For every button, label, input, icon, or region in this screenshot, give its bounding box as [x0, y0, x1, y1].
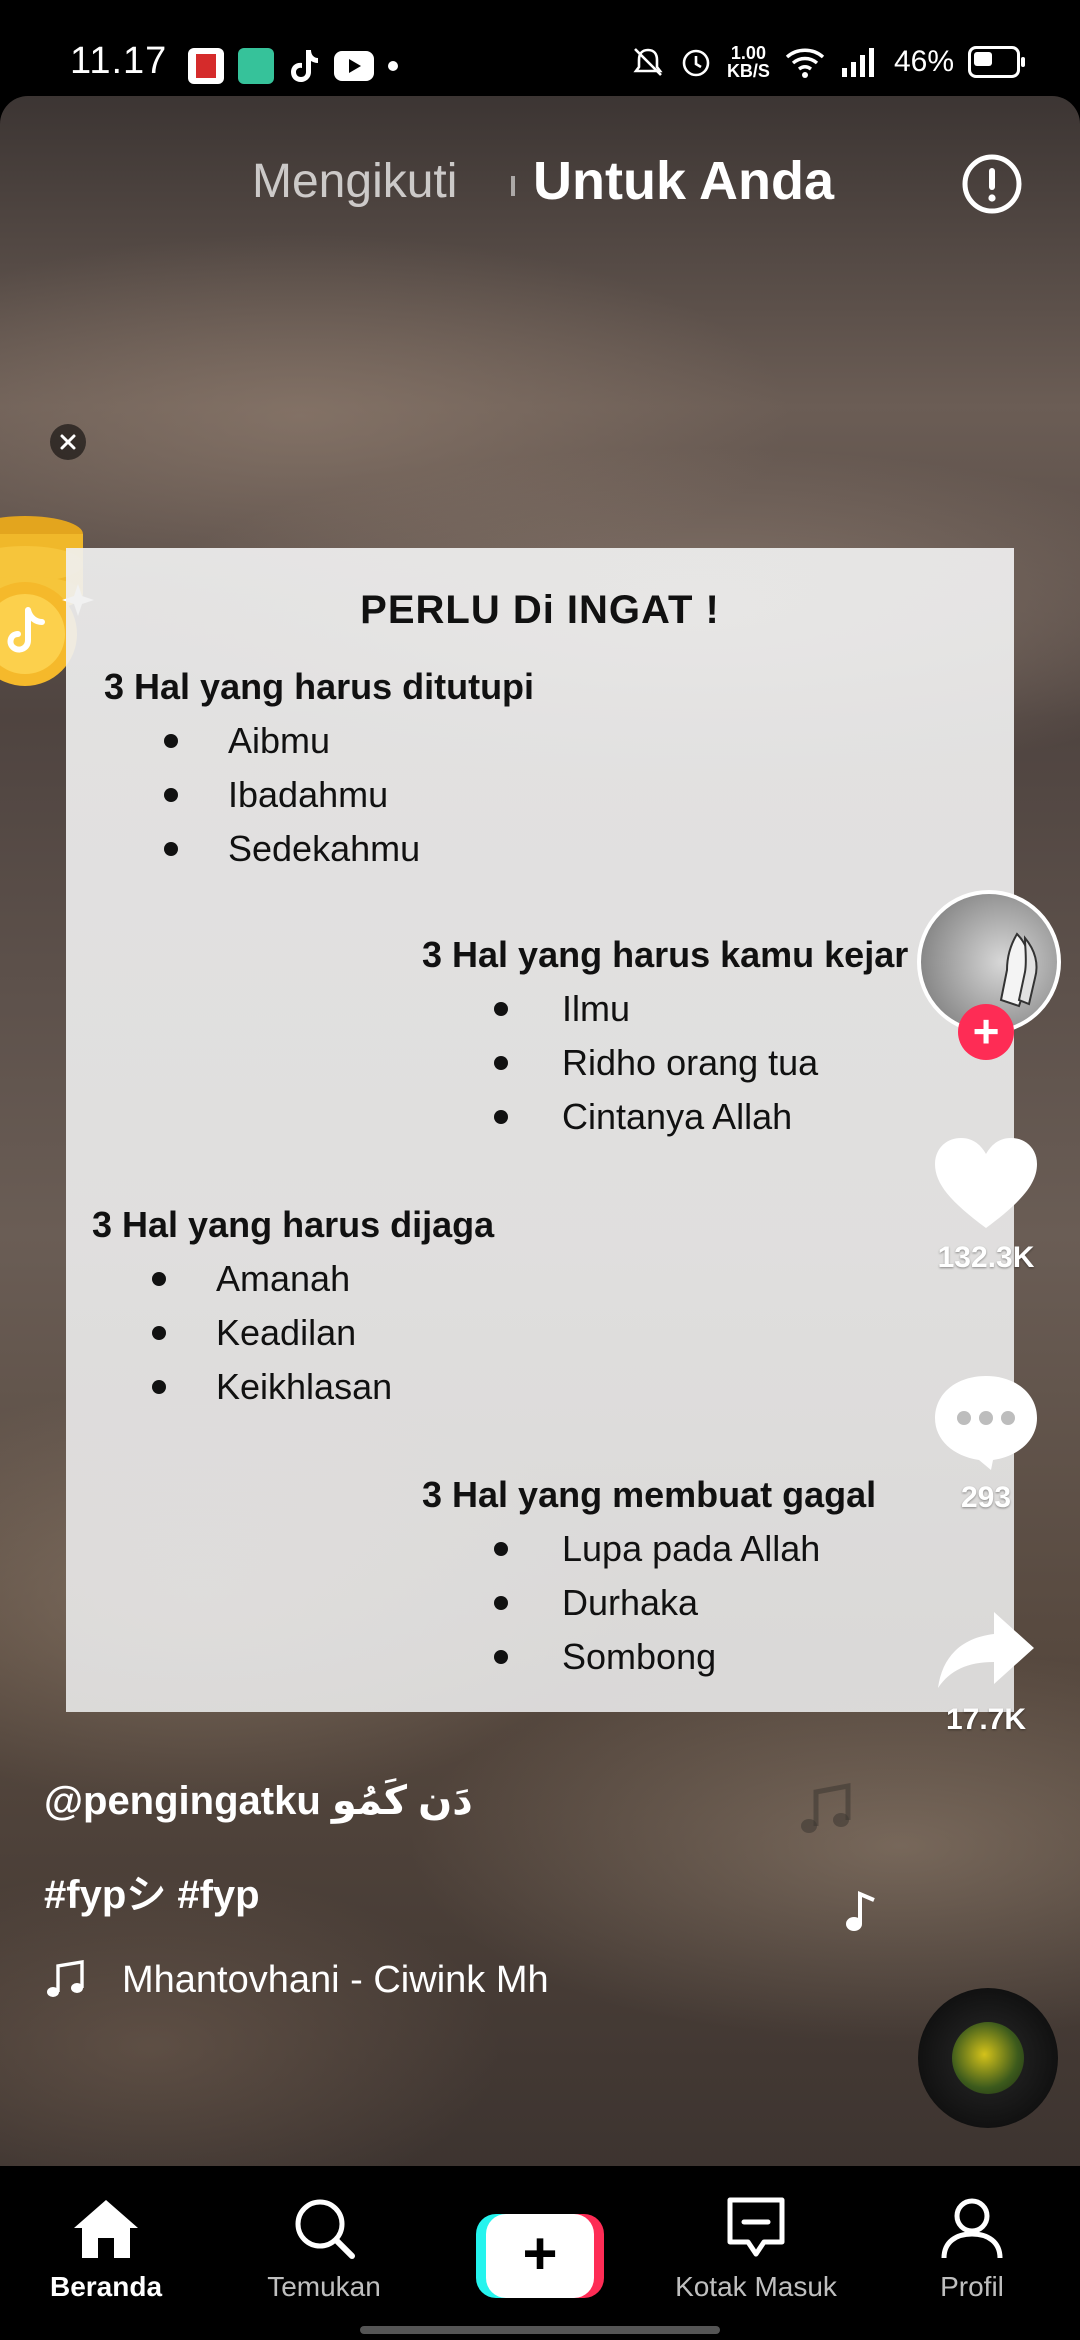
report-alert-icon[interactable] — [961, 153, 1023, 215]
net-speed-value: 1.00 — [730, 43, 766, 63]
music-cover-art — [952, 2022, 1024, 2094]
section-heading: 3 Hal yang harus kamu kejar — [422, 934, 909, 975]
youtube-icon — [334, 51, 374, 81]
close-icon — [60, 434, 76, 450]
nav-home-label: Beranda — [49, 2271, 163, 2302]
section-dijaga: 3 Hal yang harus dijaga Amanah Keadilan … — [92, 1204, 494, 1414]
heart-icon — [935, 1138, 1037, 1228]
like-count: 132.3K — [937, 1241, 1035, 1274]
app-notification-icon — [188, 48, 224, 84]
music-disc[interactable] — [918, 1988, 1058, 2128]
nav-home[interactable]: Beranda — [6, 2196, 206, 2303]
list-item: Durhaka — [422, 1576, 876, 1630]
section-heading: 3 Hal yang harus dijaga — [92, 1204, 495, 1245]
section-heading: 3 Hal yang harus ditutupi — [104, 666, 535, 707]
signal-icon — [841, 48, 874, 77]
tiktok-icon — [291, 50, 318, 82]
hashtags[interactable]: #fypシ #fyp — [44, 1862, 260, 1920]
app-notification-icon — [238, 48, 274, 84]
battery-icon — [968, 46, 1025, 78]
list-item: Sombong — [422, 1630, 876, 1684]
floating-music-note-icon — [801, 1782, 851, 1833]
music-note-icon — [47, 1959, 84, 1997]
comment-count: 293 — [960, 1481, 1012, 1514]
nav-inbox[interactable]: Kotak Masuk — [656, 2196, 856, 2303]
section-ditutupi: 3 Hal yang harus ditutupi Aibmu Ibadahmu… — [104, 666, 534, 876]
tab-for-you[interactable]: Untuk Anda — [533, 150, 834, 212]
net-speed-unit: KB/S — [726, 61, 770, 81]
feed-tabs: Mengikuti Untuk Anda — [0, 150, 1080, 220]
nav-discover[interactable]: Temukan — [224, 2196, 424, 2303]
bottom-navigation: Beranda Temukan + Kotak Masuk Profil — [0, 2166, 1080, 2340]
status-indicators: 1.00 KB/S 46% — [631, 44, 1025, 80]
content-slide: PERLU Di INGAT ! 3 Hal yang harus ditutu… — [66, 548, 1014, 1712]
follow-button[interactable]: + — [958, 1004, 1014, 1060]
profile-icon — [941, 2198, 1003, 2259]
creator-username[interactable]: @pengingatku دَن كَمُو — [44, 1778, 473, 1824]
close-coin-widget-button[interactable] — [50, 424, 86, 460]
mute-bell-icon — [633, 48, 663, 76]
video-player[interactable]: Mengikuti Untuk Anda PERLU Di INGAT ! 3 … — [0, 96, 1080, 2166]
more-notifications-dot — [388, 61, 398, 71]
list-item: Keikhlasan — [92, 1360, 494, 1414]
nav-inbox-label: Kotak Masuk — [675, 2271, 837, 2302]
network-speed: 1.00 KB/S — [727, 44, 770, 80]
plus-icon: + — [486, 2214, 594, 2298]
music-title: Mhantovhani - Ciwink Mh — [122, 1958, 549, 2001]
nav-profile[interactable]: Profil — [872, 2196, 1072, 2303]
create-button[interactable]: + — [476, 2214, 604, 2298]
alarm-icon — [682, 49, 710, 77]
floating-music-note-icon — [846, 1890, 875, 1931]
tab-following[interactable]: Mengikuti — [252, 154, 457, 209]
list-item: Lupa pada Allah — [422, 1522, 876, 1576]
slide-title: PERLU Di INGAT ! — [360, 588, 720, 632]
inbox-icon — [727, 2197, 785, 2257]
list-item: Ridho orang tua — [422, 1036, 908, 1090]
like-button[interactable]: 132.3K — [916, 1136, 1056, 1275]
home-icon — [74, 2200, 138, 2258]
nav-discover-label: Temukan — [267, 2271, 381, 2302]
share-count: 17.7K — [945, 1703, 1027, 1736]
status-bar: 11.17 1.00 KB/S 46% — [0, 0, 1080, 96]
share-button[interactable]: 17.7K — [916, 1608, 1056, 1737]
list-item: Ilmu — [422, 982, 908, 1036]
status-time: 11.17 — [70, 40, 168, 82]
list-item: Aibmu — [104, 714, 534, 768]
list-item: Amanah — [92, 1252, 494, 1306]
search-icon — [295, 2199, 355, 2259]
list-item: Keadilan — [92, 1306, 494, 1360]
share-arrow-icon — [938, 1612, 1034, 1688]
section-kejar: 3 Hal yang harus kamu kejar Ilmu Ridho o… — [422, 934, 908, 1144]
home-indicator — [360, 2326, 720, 2334]
notification-icons — [188, 48, 398, 84]
nav-profile-label: Profil — [940, 2271, 1004, 2302]
wifi-icon — [785, 48, 825, 78]
tab-divider — [511, 176, 515, 196]
comment-button[interactable]: 293 — [916, 1372, 1056, 1515]
section-heading: 3 Hal yang membuat gagal — [422, 1474, 877, 1515]
list-item: Sedekahmu — [104, 822, 534, 876]
section-gagal: 3 Hal yang membuat gagal Lupa pada Allah… — [422, 1474, 876, 1684]
list-item: Cintanya Allah — [422, 1090, 908, 1144]
battery-percent: 46% — [893, 45, 954, 78]
comment-icon — [935, 1376, 1037, 1470]
list-item: Ibadahmu — [104, 768, 534, 822]
music-info[interactable]: Mhantovhani - Ciwink Mh — [44, 1958, 549, 2002]
